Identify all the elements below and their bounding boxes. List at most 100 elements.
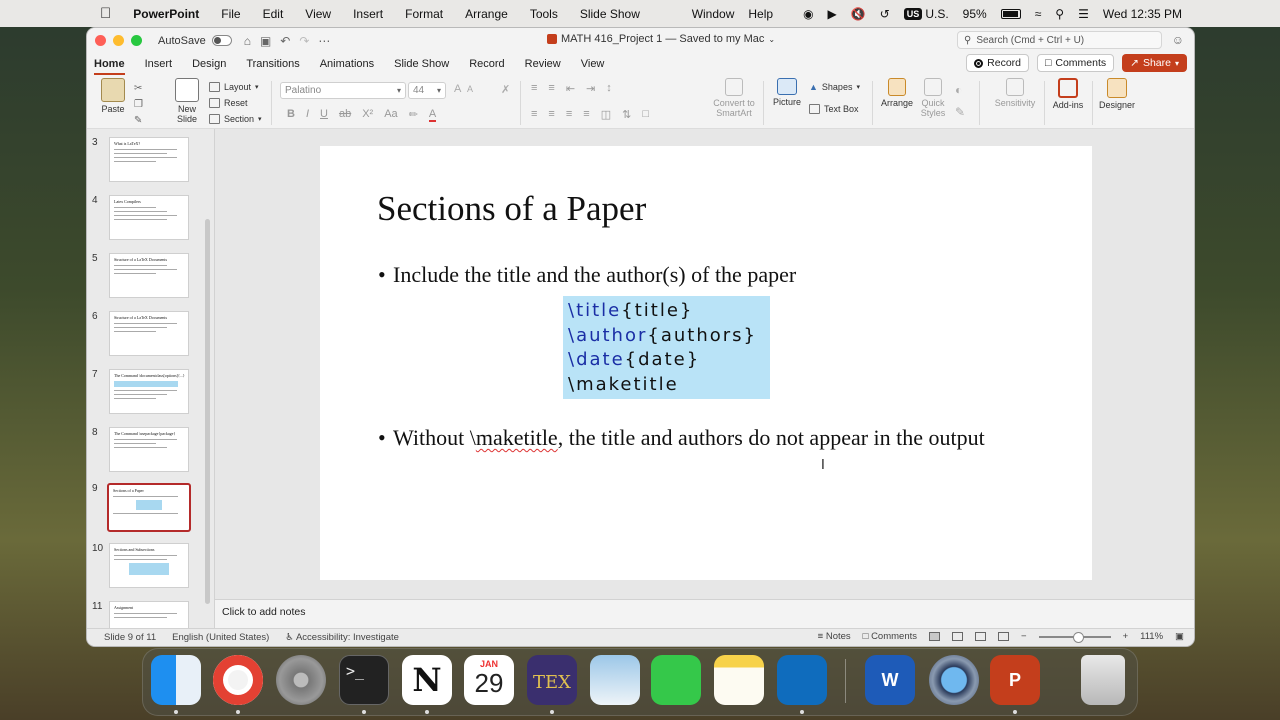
menu-window[interactable]: Window [692,7,735,21]
play-icon[interactable]: ▶ [828,8,837,20]
menu-tools[interactable]: Tools [530,7,558,21]
notes-app-icon[interactable] [714,655,764,705]
bold-icon[interactable]: B [287,108,295,122]
powerpoint-icon[interactable]: P [990,655,1040,705]
format-painter-icon[interactable]: ✎ [134,113,143,129]
menu-insert[interactable]: Insert [353,7,383,21]
close-window-button[interactable] [95,35,106,46]
menu-edit[interactable]: Edit [263,7,284,21]
language-status[interactable]: English (United States) [172,632,269,643]
font-effects-icon[interactable]: X² [362,108,373,122]
menu-arrange[interactable]: Arrange [465,7,508,21]
picture-button[interactable]: Picture [771,78,803,107]
search-input[interactable]: ⚲ Search (Cmd + Ctrl + U) [957,31,1162,49]
redo-icon[interactable]: ↷ [299,34,309,48]
notion-icon[interactable]: N [402,655,452,705]
thumbnail-scrollbar[interactable] [205,219,210,604]
zoom-in-icon[interactable]: + [1123,631,1129,642]
change-case-icon[interactable]: Aa [384,108,397,122]
menu-view[interactable]: View [305,7,331,21]
section-button[interactable]: Section ▾ [209,111,262,127]
shape-outline-icon[interactable]: ✎ [955,105,965,119]
copy-icon[interactable]: ❐ [134,97,143,113]
mute-icon[interactable]: 🔇 [851,8,866,20]
tab-record[interactable]: Record [469,58,504,70]
cut-icon[interactable]: ✂ [134,81,143,97]
trash-icon[interactable] [1081,655,1125,705]
zoom-out-icon[interactable]: − [1021,631,1027,642]
clock[interactable]: Wed 12:35 PM [1103,7,1182,21]
font-name-select[interactable]: Palatino ▾ [280,82,406,99]
decrease-font-icon[interactable]: A [467,84,473,94]
slide-thumbnail-11[interactable]: 11 Assignment [87,601,207,628]
align-center-icon[interactable]: ≡ [548,108,554,121]
document-title[interactable]: MATH 416_Project 1 — Saved to my Mac ⌄ [547,33,775,45]
increase-font-icon[interactable]: A [454,83,461,95]
tab-review[interactable]: Review [525,58,561,70]
slide-canvas[interactable]: Sections of a Paper • Include the title … [320,146,1092,580]
zoom-slider[interactable] [1038,631,1111,643]
reset-button[interactable]: Reset [209,95,262,111]
input-source[interactable]: US U.S. [903,7,949,21]
comments-button[interactable]: □ Comments [1037,54,1115,72]
add-ins-button[interactable]: Add-ins [1051,78,1085,110]
slide-thumbnail-3[interactable]: 3 What is LaTeX? [87,137,207,183]
quicktime-icon[interactable] [929,655,979,705]
slide-title[interactable]: Sections of a Paper [377,189,646,229]
latex-code-block[interactable]: \title{title} \author{authors} \date{dat… [563,296,770,399]
accessibility-status[interactable]: ♿ Accessibility: Investigate [285,632,399,643]
spotlight-icon[interactable]: ⚲ [1055,8,1064,20]
word-icon[interactable]: W [865,655,915,705]
bullets-icon[interactable]: ≡ [531,82,537,95]
line-spacing-icon[interactable]: ↕ [606,82,612,95]
menu-file[interactable]: File [221,7,240,21]
record-status-icon[interactable]: ◉ [803,8,813,20]
battery-percent[interactable]: 95% [963,7,987,21]
calendar-icon[interactable]: JAN 29 [464,655,514,705]
terminal-icon[interactable]: >_ [339,655,389,705]
comments-toggle[interactable]: □ Comments [863,631,917,642]
record-button[interactable]: Record [966,54,1030,72]
notes-toggle[interactable]: ≡ Notes [818,631,851,642]
decrease-indent-icon[interactable]: ⇤ [566,82,575,95]
save-icon[interactable]: ▣ [260,34,271,48]
tab-view[interactable]: View [581,58,605,70]
italic-icon[interactable]: I [306,108,309,122]
text-direction-icon[interactable]: ⇅ [622,108,631,121]
fit-slide-icon[interactable]: ▣ [1175,631,1184,642]
preview-icon[interactable] [590,655,640,705]
strikethrough-icon[interactable]: ab [339,108,351,122]
shapes-button[interactable]: ▲ Shapes ▾ [809,79,860,95]
minimize-window-button[interactable] [113,35,124,46]
quick-styles-button[interactable]: Quick Styles [918,78,948,118]
align-left-icon[interactable]: ≡ [531,108,537,121]
align-text-icon[interactable]: □ [642,108,649,121]
apple-icon[interactable]:  [100,5,111,22]
zoom-level[interactable]: 111% [1140,631,1163,642]
new-slide-button[interactable]: New Slide [171,78,203,124]
autosave-toggle[interactable] [211,35,232,46]
slide-thumbnail-7[interactable]: 7 The Command \documentclass[options]{..… [87,369,207,415]
slide-thumbnail-6[interactable]: 6 Structure of a LaTeX Documents [87,311,207,357]
home-icon[interactable]: ⌂ [244,34,251,48]
menu-slide-show[interactable]: Slide Show [580,7,640,21]
menu-help[interactable]: Help [748,7,773,21]
layout-button[interactable]: Layout ▾ [209,79,262,95]
underline-icon[interactable]: U [320,108,328,122]
bullet-1[interactable]: • Include the title and the author(s) of… [378,263,993,287]
tab-animations[interactable]: Animations [320,58,374,70]
increase-indent-icon[interactable]: ⇥ [586,82,595,95]
tab-slide-show[interactable]: Slide Show [394,58,449,70]
chrome-icon[interactable] [213,655,263,705]
highlight-icon[interactable]: ✏ [409,108,418,122]
texshop-icon[interactable]: TEX [527,655,577,705]
more-icon[interactable]: ⋯ [318,34,330,48]
paste-button[interactable]: Paste [95,78,131,114]
align-right-icon[interactable]: ≡ [566,108,572,121]
font-color-icon[interactable]: A [428,108,437,122]
wifi-icon[interactable]: ≈ [1035,8,1042,20]
messages-icon[interactable] [651,655,701,705]
battery-icon[interactable] [1000,8,1021,19]
tab-transitions[interactable]: Transitions [246,58,299,70]
slide-show-view-icon[interactable] [998,632,1009,641]
